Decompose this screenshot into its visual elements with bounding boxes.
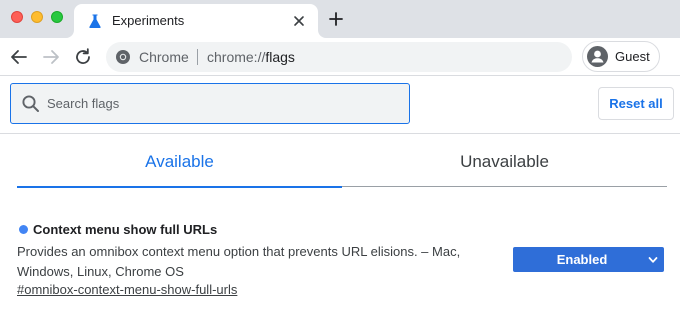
browser-tab[interactable]: Experiments bbox=[74, 4, 318, 38]
zoom-window-button[interactable] bbox=[51, 11, 63, 23]
new-tab-icon[interactable] bbox=[327, 10, 345, 28]
profile-button[interactable]: Guest bbox=[582, 41, 660, 72]
address-bar[interactable]: Chrome chrome://flags bbox=[106, 42, 572, 72]
experiment-state-value: Enabled bbox=[556, 252, 608, 267]
url-path: flags bbox=[265, 49, 295, 65]
chrome-logo-icon bbox=[116, 50, 130, 64]
close-tab-icon[interactable] bbox=[290, 12, 308, 30]
site-chip[interactable]: Chrome bbox=[139, 49, 189, 65]
address-url[interactable]: chrome://flags bbox=[207, 49, 295, 65]
tab-title: Experiments bbox=[112, 13, 185, 28]
experiment-enabled-dot bbox=[19, 225, 28, 234]
reset-all-button[interactable]: Reset all bbox=[598, 87, 674, 120]
url-prefix: chrome:// bbox=[207, 49, 266, 65]
flags-tabs: Available Unavailable bbox=[17, 134, 667, 188]
flask-icon bbox=[89, 14, 101, 28]
close-window-button[interactable] bbox=[11, 11, 23, 23]
experiment-description: Provides an omnibox context menu option … bbox=[17, 244, 461, 279]
browser-toolbar: Chrome chrome://flags Guest bbox=[0, 38, 680, 76]
experiment-title: Context menu show full URLs bbox=[33, 222, 218, 237]
profile-label: Guest bbox=[615, 49, 650, 64]
tab-unavailable[interactable]: Unavailable bbox=[342, 134, 667, 187]
chevron-down-icon bbox=[648, 257, 658, 263]
search-input[interactable] bbox=[47, 84, 403, 123]
experiment-permalink[interactable]: #omnibox-context-menu-show-full-urls bbox=[17, 282, 237, 297]
back-arrow-icon[interactable] bbox=[8, 46, 30, 68]
guest-avatar-icon bbox=[587, 46, 608, 67]
reload-icon[interactable] bbox=[72, 46, 94, 68]
tab-strip: Experiments bbox=[0, 0, 680, 38]
minimize-window-button[interactable] bbox=[31, 11, 43, 23]
address-separator bbox=[197, 49, 198, 65]
experiment-state-select[interactable]: Enabled bbox=[513, 247, 664, 272]
forward-arrow-icon[interactable] bbox=[40, 46, 62, 68]
search-icon bbox=[22, 95, 39, 112]
experiment-item: Context menu show full URLs Provides an … bbox=[17, 220, 667, 310]
tab-available[interactable]: Available bbox=[17, 134, 342, 188]
flags-header: Reset all bbox=[0, 77, 680, 134]
search-box[interactable] bbox=[10, 83, 410, 124]
